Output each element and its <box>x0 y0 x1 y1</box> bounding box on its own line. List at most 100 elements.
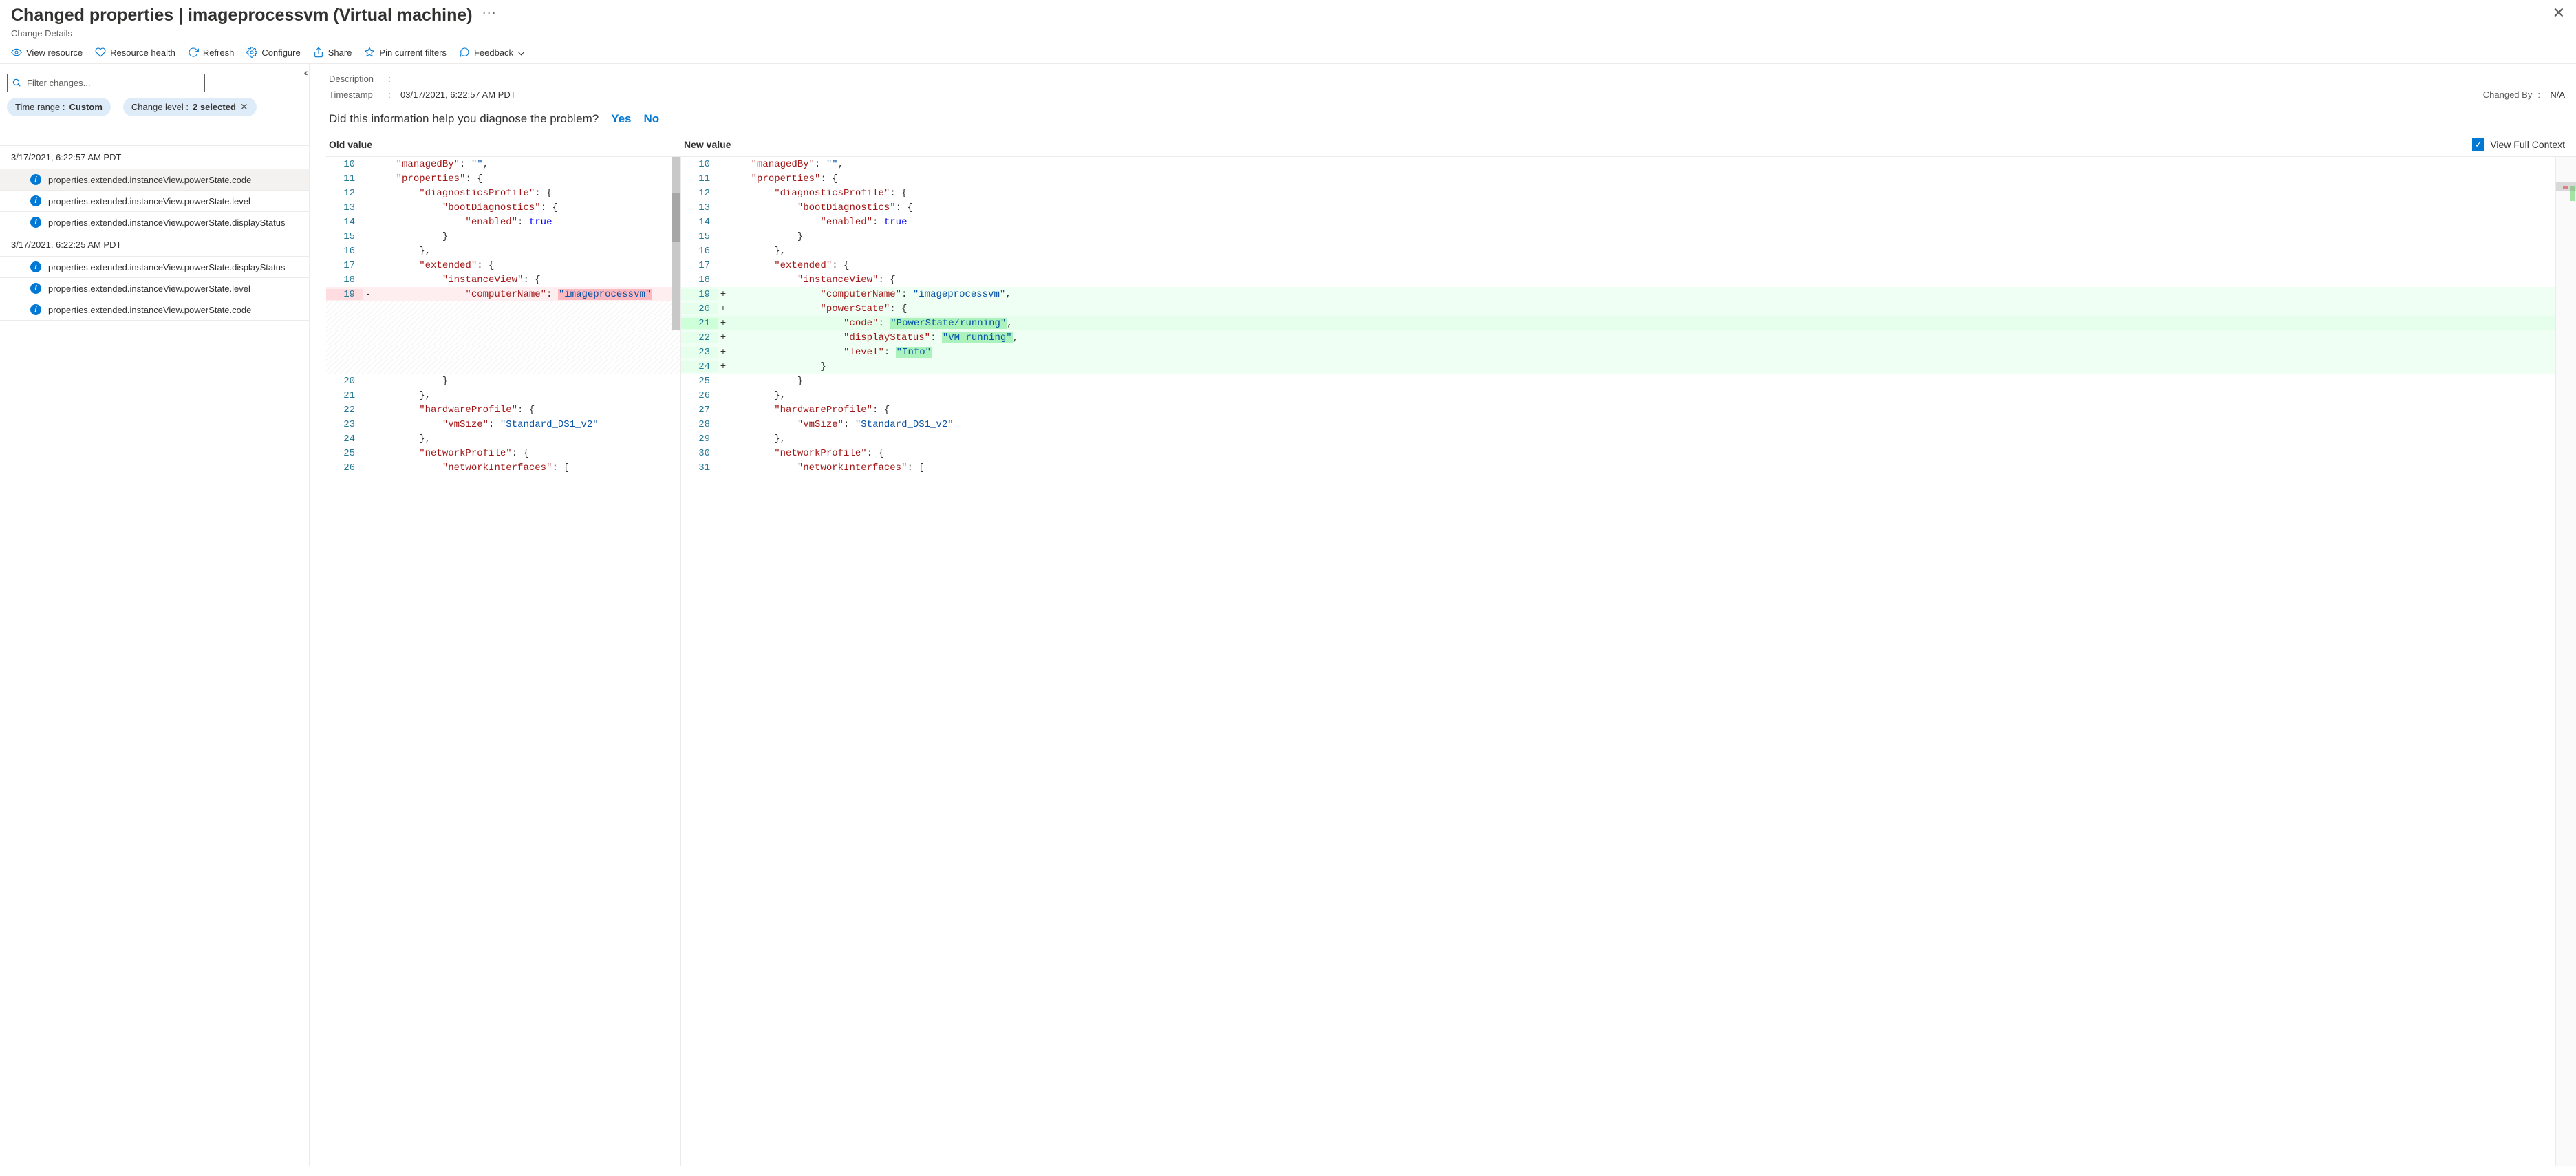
change-list-item[interactable]: iproperties.extended.instanceView.powerS… <box>0 191 309 212</box>
close-button[interactable]: ✕ <box>2553 4 2565 22</box>
change-list-item[interactable]: iproperties.extended.instanceView.powerS… <box>0 257 309 278</box>
view-full-context-checkbox[interactable]: ✓ <box>2472 138 2484 151</box>
code-content: "displayStatus": "VM running", <box>728 332 2576 343</box>
line-number: 19 <box>681 289 718 300</box>
change-list-item[interactable]: iproperties.extended.instanceView.powerS… <box>0 169 309 191</box>
code-content: "properties": { <box>728 173 2576 184</box>
share-label: Share <box>328 47 352 58</box>
code-content: "level": "Info" <box>728 347 2576 358</box>
feedback-no-link[interactable]: No <box>644 112 660 126</box>
change-list-item[interactable]: iproperties.extended.instanceView.powerS… <box>0 278 309 299</box>
feedback-yes-link[interactable]: Yes <box>611 112 631 126</box>
refresh-button[interactable]: Refresh <box>188 47 235 58</box>
diff-line <box>326 330 680 345</box>
change-group-header: 3/17/2021, 6:22:25 AM PDT <box>0 233 309 257</box>
share-icon <box>313 47 324 58</box>
diff-line: 16 }, <box>326 244 680 258</box>
time-range-pill[interactable]: Time range : Custom <box>7 98 111 116</box>
line-number: 12 <box>326 188 363 199</box>
diff-line: 10 "managedBy": "", <box>681 157 2576 171</box>
info-icon: i <box>30 174 41 185</box>
view-resource-button[interactable]: View resource <box>11 47 83 58</box>
line-number: 23 <box>681 347 718 358</box>
diff-line: 25 "networkProfile": { <box>326 446 680 460</box>
diff-line: 10 "managedBy": "", <box>326 157 680 171</box>
detail-panel: Description : Timestamp : 03/17/2021, 6:… <box>310 64 2576 1166</box>
line-number: 24 <box>326 434 363 445</box>
chevron-down-icon <box>517 49 524 56</box>
line-number: 10 <box>681 159 718 170</box>
code-content: "networkProfile": { <box>728 448 2576 459</box>
pin-label: Pin current filters <box>379 47 447 58</box>
more-icon[interactable]: ··· <box>482 6 497 20</box>
change-group-header: 3/17/2021, 6:22:57 AM PDT <box>0 146 309 169</box>
change-level-pill[interactable]: Change level : 2 selected ✕ <box>123 98 257 116</box>
diff-marker: + <box>718 332 728 343</box>
line-number: 23 <box>326 419 363 430</box>
code-content: } <box>373 376 680 387</box>
line-number: 18 <box>326 275 363 286</box>
diff-line: 15 } <box>326 229 680 244</box>
clear-change-level-icon[interactable]: ✕ <box>240 101 248 113</box>
diff-line: 16 }, <box>681 244 2576 258</box>
diff-line: 24 }, <box>326 431 680 446</box>
eye-icon <box>11 47 22 58</box>
feedback-button[interactable]: Feedback <box>459 47 524 58</box>
share-button[interactable]: Share <box>313 47 352 58</box>
configure-button[interactable]: Configure <box>246 47 300 58</box>
line-number: 29 <box>681 434 718 445</box>
diff-line: 11 "properties": { <box>326 171 680 186</box>
line-number: 10 <box>326 159 363 170</box>
code-content: "diagnosticsProfile": { <box>373 188 680 199</box>
line-number: 14 <box>681 217 718 228</box>
diff-marker: + <box>718 361 728 372</box>
line-number: 24 <box>681 361 718 372</box>
resource-health-button[interactable]: Resource health <box>95 47 175 58</box>
time-range-label: Time range : <box>15 102 65 112</box>
diff-line: 22 "hardwareProfile": { <box>326 403 680 417</box>
code-content: "hardwareProfile": { <box>373 405 680 416</box>
code-content: "computerName": "imageprocessvm" <box>373 289 680 300</box>
timestamp-label: Timestamp <box>329 89 383 100</box>
gear-icon <box>246 47 257 58</box>
code-content: "vmSize": "Standard_DS1_v2" <box>728 419 2576 430</box>
diff-line <box>326 359 680 374</box>
diff-marker: - <box>363 289 373 300</box>
line-number: 26 <box>681 390 718 401</box>
change-list-item-label: properties.extended.instanceView.powerSt… <box>48 262 285 272</box>
filter-input[interactable] <box>7 74 205 92</box>
pin-filters-button[interactable]: Pin current filters <box>364 47 447 58</box>
code-content: "networkInterfaces": [ <box>728 462 2576 473</box>
diff-minimap[interactable] <box>2555 157 2576 1166</box>
line-number: 31 <box>681 462 718 473</box>
code-content: "vmSize": "Standard_DS1_v2" <box>373 419 680 430</box>
diff-line <box>326 316 680 330</box>
code-content: "computerName": "imageprocessvm", <box>728 289 2576 300</box>
code-content: } <box>728 231 2576 242</box>
diff-line: 31 "networkInterfaces": [ <box>681 460 2576 475</box>
line-number: 11 <box>326 173 363 184</box>
change-list-item[interactable]: iproperties.extended.instanceView.powerS… <box>0 299 309 321</box>
code-content: "networkInterfaces": [ <box>373 462 680 473</box>
change-list-item[interactable]: iproperties.extended.instanceView.powerS… <box>0 212 309 233</box>
diff-line: 26 }, <box>681 388 2576 403</box>
change-list-item-label: properties.extended.instanceView.powerSt… <box>48 305 251 315</box>
code-content: }, <box>373 434 680 445</box>
scrollbar-thumb[interactable] <box>672 193 680 242</box>
command-bar: View resource Resource health Refresh Co… <box>0 43 2576 64</box>
diff-line: 17 "extended": { <box>326 258 680 272</box>
diff-line: 13 "bootDiagnostics": { <box>326 200 680 215</box>
code-content: "bootDiagnostics": { <box>373 202 680 213</box>
scrollbar[interactable] <box>672 157 680 330</box>
sidebar: ‹‹ Time range : Custom Change level : 2 … <box>0 64 310 1166</box>
change-list-item-label: properties.extended.instanceView.powerSt… <box>48 217 285 228</box>
line-number: 16 <box>326 246 363 257</box>
refresh-icon <box>188 47 199 58</box>
changed-by-value: N/A <box>2550 89 2565 100</box>
diff-line: 19+ "computerName": "imageprocessvm", <box>681 287 2576 301</box>
change-level-value: 2 selected <box>193 102 236 112</box>
code-content: }, <box>373 246 680 257</box>
line-number: 25 <box>326 448 363 459</box>
diff-line: 21+ "code": "PowerState/running", <box>681 316 2576 330</box>
line-number: 12 <box>681 188 718 199</box>
